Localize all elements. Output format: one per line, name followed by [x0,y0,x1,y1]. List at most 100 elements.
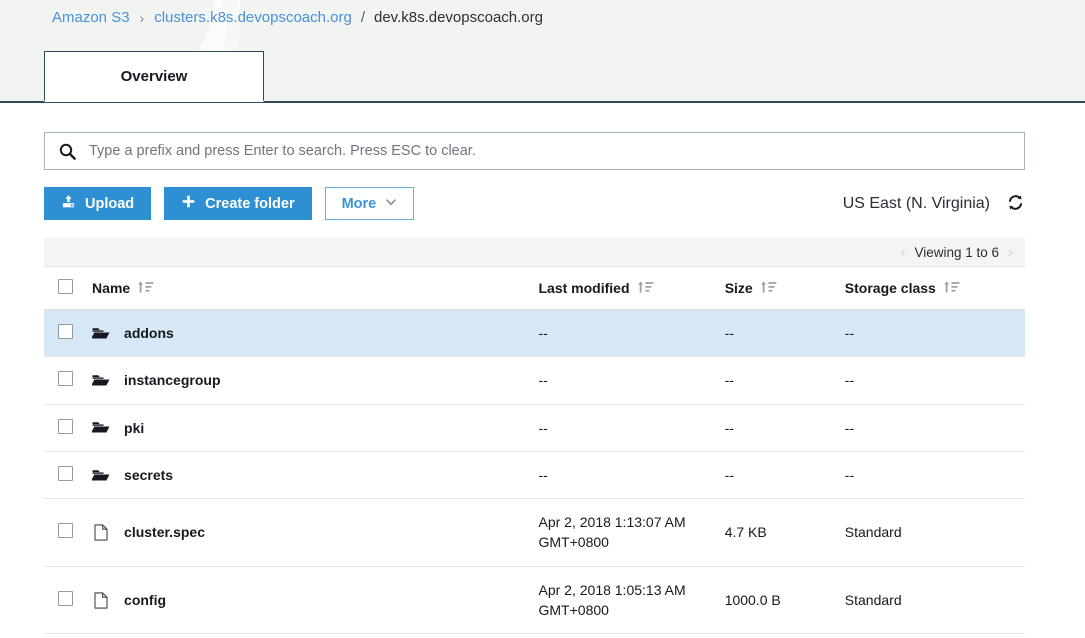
table-pagination-top: ‹ Viewing 1 to 6 › [44,238,1025,267]
column-header-storage-class[interactable]: Storage class [844,267,1025,310]
table-row[interactable]: instancegroup -- -- -- [44,356,1025,405]
row-storage-class-value: -- [844,467,855,484]
row-last-modified-cell: -- [538,451,725,500]
row-last-modified-value: -- [538,372,548,389]
search-input[interactable] [89,133,1024,169]
row-size-value: -- [724,467,735,484]
breadcrumb-current: dev.k8s.devopscoach.org [374,9,543,26]
object-table-wrapper: ‹ Viewing 1 to 6 › Name Last modified Si… [0,220,1085,638]
row-checkbox[interactable] [58,324,73,340]
table-head: Name Last modified Size Storage class [44,267,1025,310]
file-icon [92,524,110,541]
table-row[interactable]: cluster.spec Apr 2, 2018 1:13:07 AM GMT+08… [44,498,1025,567]
row-checkbox[interactable] [58,591,73,607]
row-select-cell [44,566,93,635]
row-checkbox[interactable] [58,418,73,434]
create-folder-button-label: Create folder [205,195,295,212]
search-row [0,103,1085,170]
sort-ascending-icon [943,280,960,297]
row-size-cell: -- [724,309,845,358]
table-row[interactable]: addons -- -- -- [44,309,1025,358]
row-name-cell: addons [92,309,539,358]
column-header-last-modified[interactable]: Last modified [538,267,725,310]
row-name-cell: config [92,566,539,635]
table-header-row: Name Last modified Size Storage class [44,267,1025,310]
row-storage-class-value: -- [844,372,855,389]
row-checkbox[interactable] [58,466,73,482]
chevron-left-icon[interactable]: ‹ [900,244,905,261]
folder-icon [92,326,110,341]
row-size-cell: 4.7 KB [724,498,845,567]
sort-ascending-icon [637,280,654,297]
row-storage-class-value: Standard [844,524,902,541]
chevron-right-icon[interactable]: › [1008,244,1013,261]
chevron-right-icon: › [139,9,145,26]
row-last-modified-value: -- [538,419,548,436]
breadcrumb-root-link[interactable]: Amazon S3 [52,9,130,26]
tab-overview[interactable]: Overview [44,51,264,102]
folder-icon [92,373,110,388]
more-button[interactable]: More [324,187,415,220]
upload-button[interactable]: Upload [44,187,152,220]
row-name-label[interactable]: cluster.spec [124,524,205,540]
plus-icon [181,194,196,213]
row-size-value: 1000.0 B [724,592,781,609]
sort-ascending-icon [137,280,154,297]
file-icon [92,591,110,609]
row-size-cell: -- [724,451,845,500]
row-last-modified-value: Apr 2, 2018 1:05:13 AM GMT+0800 [538,581,686,619]
row-storage-class-value: -- [844,325,855,342]
row-name-label[interactable]: secrets [124,467,173,483]
row-size-cell: 1000.0 B [724,566,845,635]
row-last-modified-cell: -- [538,356,725,405]
tab-strip: Overview [0,51,1085,103]
row-name-cell: instancegroup [92,356,539,405]
pagination-label-top: Viewing 1 to 6 [914,244,999,260]
create-folder-button[interactable]: Create folder [164,187,312,220]
row-name-label[interactable]: config [124,592,166,608]
chevron-down-icon [385,196,397,212]
breadcrumb-bucket-link[interactable]: clusters.k8s.devopscoach.org [154,9,352,26]
row-name-cell: secrets [92,451,539,500]
column-header-name[interactable]: Name [92,267,539,310]
row-storage-class-cell: Standard [844,566,1025,635]
row-size-cell: -- [724,404,845,452]
column-header-size-label: Size [724,280,753,296]
column-header-size[interactable]: Size [724,267,845,310]
row-storage-class-cell: -- [844,356,1025,405]
row-name-cell: cluster.spec [92,498,539,567]
row-size-value: 4.7 KB [724,524,767,541]
select-all-checkbox[interactable] [58,279,73,294]
row-last-modified-cell: Apr 2, 2018 1:05:13 AM GMT+0800 [538,566,725,635]
row-last-modified-value: -- [538,466,548,483]
row-name-label[interactable]: addons [124,325,174,341]
refresh-button[interactable] [1006,193,1025,215]
folder-icon [92,468,110,483]
row-select-cell [44,498,93,567]
action-bar: Upload Create folder More US East (N. Vi… [0,170,1085,220]
refresh-icon [1006,193,1025,215]
row-storage-class-cell: -- [844,404,1025,452]
table-row[interactable]: secrets -- -- -- [44,451,1025,500]
row-storage-class-value: -- [844,419,855,436]
table-row[interactable]: config Apr 2, 2018 1:05:13 AM GMT+0800 1000… [44,566,1025,635]
row-name-label[interactable]: instancegroup [124,372,220,388]
search-box[interactable] [44,132,1025,170]
tab-overview-label: Overview [120,67,188,85]
breadcrumb: Amazon S3 › clusters.k8s.devopscoach.org… [52,9,543,26]
row-size-value: -- [724,372,735,389]
row-storage-class-cell: -- [844,309,1025,358]
row-checkbox[interactable] [58,523,73,539]
row-last-modified-value: -- [538,325,548,341]
upload-button-label: Upload [85,195,135,212]
search-icon [45,143,89,160]
more-button-label: More [341,195,377,212]
row-select-cell [44,356,93,405]
row-last-modified-value: Apr 2, 2018 1:13:07 AM GMT+0800 [538,514,686,551]
row-size-value: -- [724,325,735,342]
column-header-storage-class-label: Storage class [844,280,936,296]
row-name-label[interactable]: pki [124,420,144,436]
row-checkbox[interactable] [58,371,73,387]
row-size-cell: -- [724,356,845,405]
table-row[interactable]: pki -- -- -- [44,404,1025,452]
